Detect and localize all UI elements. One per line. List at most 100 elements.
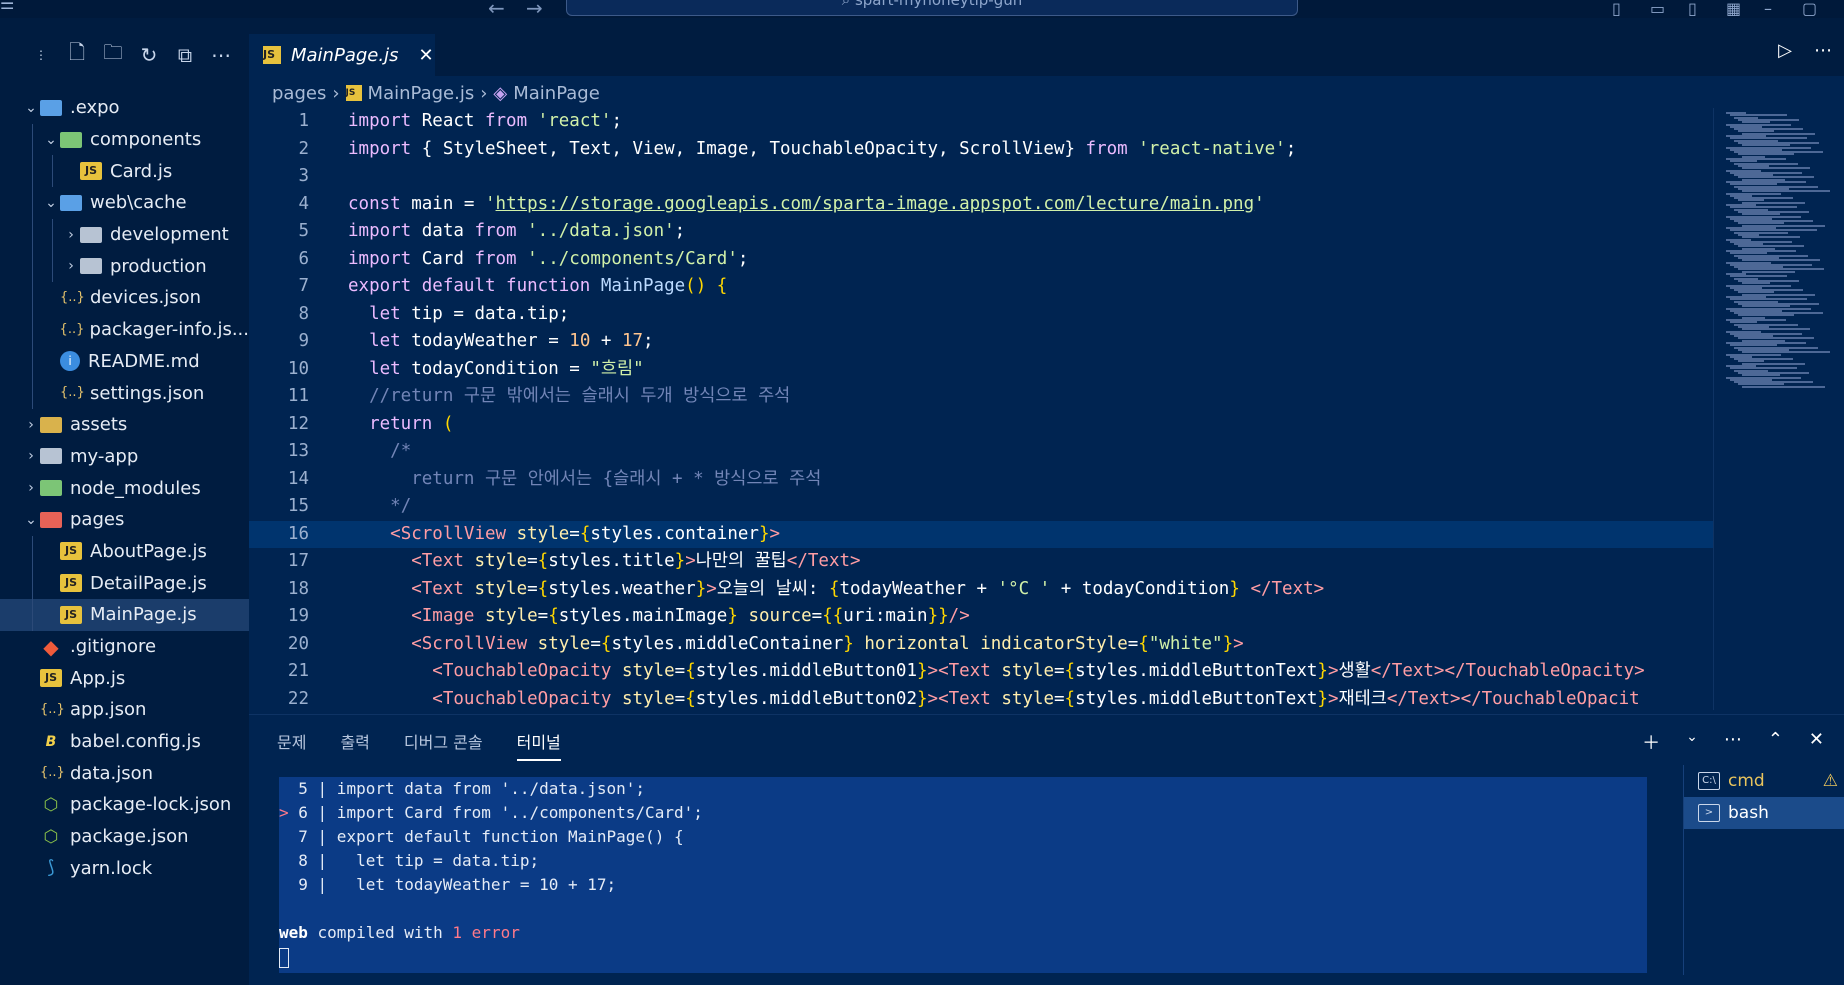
code-line: 7 export default function MainPage() {	[249, 273, 1713, 301]
minimap[interactable]	[1713, 108, 1844, 710]
tree-item[interactable]: › development	[0, 218, 249, 251]
tree-item[interactable]: › node_modules	[0, 472, 249, 504]
chevron-right-icon: ›	[28, 480, 34, 497]
explorer-toolbar: ⋮ 🗋 🗀 ↻ ⧉ ⋯	[0, 40, 249, 70]
collapse-icon[interactable]: ⋮	[30, 48, 52, 62]
js-file-icon: JS	[80, 162, 102, 181]
code-token: () {	[685, 276, 728, 296]
terminal-entry-bash[interactable]: > bash	[1684, 797, 1844, 829]
tree-item[interactable]: ◆ .gitignore	[0, 631, 249, 663]
breadcrumb-folder[interactable]: pages	[272, 83, 326, 104]
panel-tab[interactable]: 터미널	[516, 729, 561, 761]
tree-item[interactable]: ⌄ .expo	[0, 92, 249, 124]
code-token: {	[537, 578, 549, 599]
terminal-line: 5 | import data from '../data.json';	[279, 777, 1647, 801]
more-actions-icon[interactable]: ⋯	[210, 43, 232, 67]
code-token: data	[421, 221, 475, 241]
code-token: return 구문 안에서는 {슬래시 + * 방식으로 주석	[411, 468, 822, 489]
panel-tab[interactable]: 출력	[340, 729, 369, 761]
tree-item[interactable]: › assets	[0, 409, 249, 441]
tree-item[interactable]: JS App.js	[0, 662, 249, 694]
code-token: styles.middleButton02	[695, 688, 917, 709]
code-token: <ScrollView	[390, 523, 517, 544]
code-editor[interactable]: 1 import React from 'react'; 2 import { Sty…	[249, 108, 1713, 710]
forward-arrow-icon[interactable]: →	[526, 0, 543, 20]
code-token: 17	[621, 331, 644, 351]
collapse-all-icon[interactable]: ⧉	[174, 43, 196, 67]
new-file-icon[interactable]: 🗋	[66, 38, 88, 72]
tree-item[interactable]: ⌄ components	[0, 123, 249, 156]
line-number: 19	[287, 606, 309, 626]
tree-item[interactable]: ⌄ web\cache	[0, 187, 249, 219]
cursor	[279, 947, 289, 968]
close-icon[interactable]: ✕	[418, 45, 433, 66]
code-text: /*	[348, 438, 411, 466]
tree-item[interactable]: ⬡ package-lock.json	[0, 789, 249, 821]
toggle-sidebar-icon[interactable]: ▯	[1612, 0, 1634, 18]
indent-guide	[32, 282, 33, 314]
line-number: 12	[287, 413, 309, 434]
more-actions-icon[interactable]: ⋯	[1724, 729, 1742, 755]
code-token: {	[1138, 633, 1149, 654]
tree-item[interactable]: {..} packager-info.js...	[0, 313, 249, 346]
line-number: 8	[298, 303, 309, 324]
toggle-secondary-sidebar-icon[interactable]: ▯	[1688, 0, 1710, 18]
new-terminal-icon[interactable]: ＋	[1642, 729, 1660, 755]
panel-tab[interactable]: 문제	[277, 729, 306, 761]
tree-item[interactable]: › my-app	[0, 441, 249, 473]
panel-tab[interactable]: 디버그 콘솔	[404, 729, 483, 761]
indent-guide	[32, 123, 33, 156]
tree-item[interactable]: Bbabel.config.js	[0, 726, 249, 758]
maximize-panel-icon[interactable]: ⌃	[1768, 729, 1783, 755]
code-token: import	[348, 111, 422, 131]
code-text: let todayCondition = "흐림"	[348, 356, 644, 384]
tree-item-label: pages	[70, 509, 125, 531]
code-line: 3	[249, 163, 1713, 191]
tree-item[interactable]: JS MainPage.js	[0, 599, 249, 631]
back-arrow-icon[interactable]: ←	[488, 0, 505, 20]
terminal-output[interactable]: 5 | import data from '../data.json'; > 6 …	[279, 777, 1647, 973]
tree-item[interactable]: ⌄ pages	[0, 504, 249, 536]
tree-item[interactable]: ⬡ package.json	[0, 821, 249, 853]
command-center[interactable]: ⌕ spart-myhoneytip-gun	[566, 0, 1298, 16]
code-token: '../components/Card'	[527, 248, 738, 269]
tree-item[interactable]: JS DetailPage.js	[0, 567, 249, 599]
code-token: '	[484, 193, 496, 214]
code-token: {{	[822, 606, 844, 626]
code-text: */	[348, 493, 411, 521]
tree-item[interactable]: i README.md	[0, 345, 249, 378]
breadcrumb-symbol[interactable]: MainPage	[513, 83, 600, 104]
tree-item[interactable]: › production	[0, 250, 249, 283]
close-panel-icon[interactable]: ✕	[1809, 729, 1824, 755]
error-marker	[279, 827, 289, 846]
tab-mainpage[interactable]: JS MainPage.js ✕	[249, 34, 435, 76]
tree-item[interactable]: JS AboutPage.js	[0, 535, 249, 568]
tree-item[interactable]: ⟆ yarn.lock	[0, 853, 249, 885]
tree-item[interactable]: {..} devices.json	[0, 282, 249, 314]
new-folder-icon[interactable]: 🗀	[102, 38, 124, 72]
terminal-entry-cmd[interactable]: C:\ cmd ⚠	[1684, 765, 1844, 797]
chevron-down-icon[interactable]: ⌄	[1686, 729, 1698, 755]
tree-item[interactable]: {..} data.json	[0, 757, 249, 789]
maximize-icon[interactable]: ▢	[1802, 0, 1824, 18]
toggle-panel-icon[interactable]: ▭	[1650, 0, 1672, 18]
tree-item[interactable]: JS Card.js	[0, 155, 249, 188]
refresh-icon[interactable]: ↻	[138, 43, 160, 67]
code-token: ;	[643, 331, 654, 351]
minimize-icon[interactable]: –	[1764, 0, 1786, 18]
customize-layout-icon[interactable]: ▦	[1726, 0, 1748, 18]
breadcrumb-file[interactable]: MainPage.js	[368, 83, 475, 104]
menu-icon[interactable]: ☰	[0, 0, 24, 14]
tree-item[interactable]: {..} settings.json	[0, 377, 249, 409]
terminal-prompt[interactable]	[279, 945, 1647, 969]
code-text: return 구문 안에서는 {슬래시 + * 방식으로 주석	[348, 466, 821, 494]
folder-icon	[60, 131, 82, 148]
more-actions-icon[interactable]: ⋯	[1814, 40, 1832, 61]
code-token: >	[685, 551, 696, 571]
indent-guide	[32, 377, 33, 409]
run-icon[interactable]: ▷	[1778, 40, 1792, 61]
code-token: =	[1127, 633, 1139, 654]
tree-item[interactable]: {..} app.json	[0, 694, 249, 726]
